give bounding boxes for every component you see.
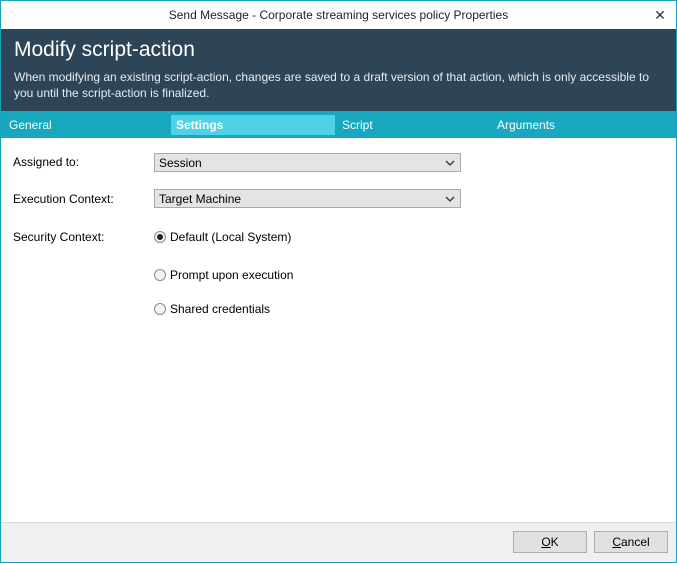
security-context-label: Security Context: <box>13 230 105 244</box>
assigned-to-label: Assigned to: <box>13 155 80 169</box>
ok-button[interactable]: OK <box>513 531 587 553</box>
page-description: When modifying an existing script-action… <box>14 70 649 100</box>
ok-label: K <box>550 535 559 549</box>
tab-settings[interactable]: Settings <box>171 115 335 135</box>
radio-unselected-icon <box>154 303 166 315</box>
dialog-header: Modify script-action When modifying an e… <box>1 29 676 111</box>
chevron-down-icon <box>445 196 455 202</box>
tab-arguments[interactable]: Arguments <box>497 115 555 135</box>
radio-label: Prompt upon execution <box>170 268 294 282</box>
cancel-accelerator: C <box>612 535 621 549</box>
cancel-button[interactable]: Cancel <box>594 531 668 553</box>
window-title: Send Message - Corporate streaming servi… <box>168 8 509 22</box>
chevron-down-icon <box>445 160 455 166</box>
execution-context-value: Target Machine <box>159 192 242 206</box>
assigned-to-value: Session <box>159 156 202 170</box>
properties-dialog: Send Message - Corporate streaming servi… <box>0 0 677 563</box>
assigned-to-select[interactable]: Session <box>154 153 461 172</box>
settings-panel: Assigned to: Session Execution Context: … <box>1 138 676 522</box>
tab-script[interactable]: Script <box>342 115 373 135</box>
dialog-footer: OK Cancel <box>1 522 676 562</box>
page-title: Modify script-action <box>14 38 195 61</box>
radio-unselected-icon <box>154 269 166 281</box>
radio-selected-icon <box>154 231 166 243</box>
tab-bar: General Settings Script Arguments <box>1 111 676 138</box>
execution-context-label: Execution Context: <box>13 192 114 206</box>
ok-accelerator: O <box>541 535 551 549</box>
cancel-label: ancel <box>620 535 650 549</box>
tab-general[interactable]: General <box>9 115 56 135</box>
radio-label: Shared credentials <box>170 302 271 316</box>
title-bar: Send Message - Corporate streaming servi… <box>1 1 676 29</box>
close-icon[interactable]: ✕ <box>650 5 670 25</box>
execution-context-select[interactable]: Target Machine <box>154 189 461 208</box>
radio-label: Default (Local System) <box>170 230 292 244</box>
